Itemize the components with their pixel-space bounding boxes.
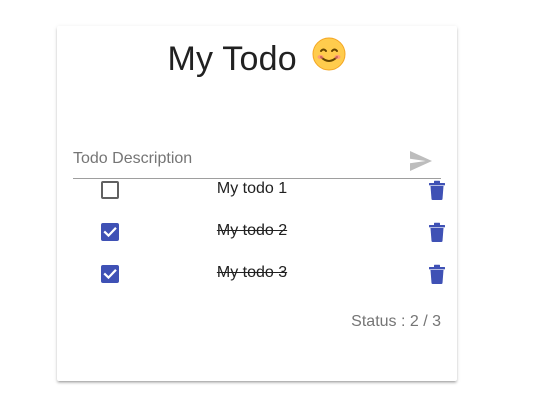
todo-card: My Todo My todo 1 <box>57 26 457 381</box>
todo-item: My todo 2 <box>57 211 457 253</box>
todo-item: My todo 1 <box>57 169 457 211</box>
checkmark-icon <box>103 269 117 280</box>
todo-checkbox[interactable] <box>101 223 119 241</box>
delete-icon[interactable] <box>428 180 446 200</box>
delete-icon[interactable] <box>428 264 446 284</box>
todo-checkbox[interactable] <box>101 181 119 199</box>
checkmark-icon <box>103 227 117 238</box>
delete-icon[interactable] <box>428 222 446 242</box>
todo-text: My todo 1 <box>216 180 288 197</box>
todo-text: My todo 2 <box>216 222 288 239</box>
todo-checkbox[interactable] <box>101 265 119 283</box>
todo-item: My todo 3 <box>57 253 457 295</box>
page-title: My Todo <box>57 37 457 80</box>
todo-text: My todo 3 <box>216 264 288 281</box>
title-text: My Todo <box>167 40 297 78</box>
status-text: Status : 2 / 3 <box>351 313 441 330</box>
smiling-face-icon <box>312 37 346 80</box>
